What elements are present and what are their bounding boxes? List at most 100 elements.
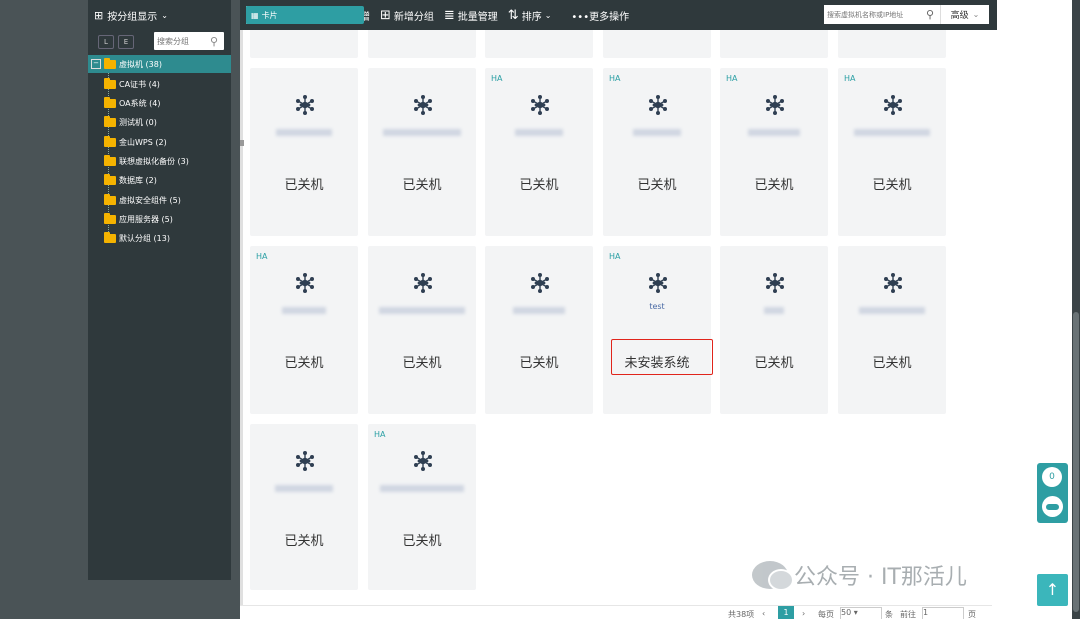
vm-card[interactable]: 已关机 <box>368 68 476 236</box>
vm-status: 已关机 <box>402 356 442 371</box>
vm-status: 已关机 <box>872 178 912 193</box>
plus-square-icon: ⊞ <box>379 7 391 23</box>
tree-item-label: 虚拟安全组件 (5) <box>119 195 181 205</box>
assistant-widget[interactable]: 0 <box>1037 463 1068 523</box>
group-sidebar: ⊞ 按分组显示 ⌄ L E ⚲ − 虚拟机 (38) CA证书 (4) OA系统… <box>88 0 231 580</box>
vm-search-input[interactable] <box>824 10 926 19</box>
advanced-label: 高级 <box>950 11 969 21</box>
scrollbar-thumb[interactable] <box>1073 312 1079 612</box>
next-page-button[interactable]: › <box>802 609 805 618</box>
vm-card-partial[interactable] <box>720 30 828 58</box>
vm-name-redacted <box>383 129 461 136</box>
vm-name-redacted <box>282 307 326 314</box>
goto-unit: 页 <box>968 610 976 619</box>
vm-card[interactable]: 已关机 <box>720 246 828 414</box>
tree-item-label: OA系统 (4) <box>119 98 161 108</box>
vm-card[interactable]: HA 已关机 <box>720 68 828 236</box>
goto-label: 前往 <box>900 610 916 619</box>
group-display-label: 按分组显示 <box>107 11 158 23</box>
vm-card[interactable]: 已关机 <box>250 424 358 590</box>
folder-icon <box>104 57 116 69</box>
tree-item-default[interactable]: 默认分组 (13) <box>104 230 170 246</box>
notification-badge: 0 <box>1042 467 1062 487</box>
tree-item-db[interactable]: 数据库 (2) <box>104 172 157 188</box>
network-node-icon <box>766 95 784 115</box>
group-display-toggle[interactable]: ⊞ 按分组显示 ⌄ <box>88 0 231 30</box>
vm-card[interactable]: HA test 未安装系统 <box>603 246 713 414</box>
vm-name-redacted <box>764 307 784 314</box>
more-actions-button[interactable]: •••更多操作 <box>571 8 629 23</box>
collapse-icon[interactable]: − <box>91 59 101 69</box>
vm-card[interactable]: HA 已关机 <box>485 68 593 236</box>
prev-page-button[interactable]: ‹ <box>762 609 765 618</box>
vm-card-partial[interactable] <box>485 30 593 58</box>
folder-icon <box>104 77 116 89</box>
tree-item-ca[interactable]: CA证书 (4) <box>104 76 160 92</box>
vm-card[interactable]: 已关机 <box>368 246 476 414</box>
ha-badge: HA <box>609 252 621 261</box>
vm-card[interactable]: HA 已关机 <box>250 246 358 414</box>
vm-name-redacted <box>515 129 563 136</box>
robot-icon <box>1042 496 1063 517</box>
chevron-down-icon: ⌄ <box>544 10 552 20</box>
card-view-label: 卡片 <box>261 10 278 20</box>
advanced-search-button[interactable]: 高级 ⌄ <box>940 5 989 24</box>
tree-item-backup[interactable]: 联想虚拟化备份 (3) <box>104 153 189 169</box>
per-page-select[interactable]: 50 ▾ <box>840 607 882 619</box>
vm-card-partial[interactable] <box>368 30 476 58</box>
vm-name-redacted <box>854 129 930 136</box>
sidebar-resize-handle[interactable] <box>240 140 244 146</box>
network-node-icon <box>649 273 667 293</box>
tree-item-label: 默认分组 (13) <box>119 233 170 243</box>
vm-card[interactable]: 已关机 <box>250 68 358 236</box>
tree-item-oa[interactable]: OA系统 (4) <box>104 95 161 111</box>
vm-name[interactable]: test <box>603 302 711 311</box>
page-scrollbar[interactable] <box>1072 0 1080 619</box>
tree-item-label: CA证书 (4) <box>119 79 160 89</box>
current-page[interactable]: 1 <box>778 606 794 619</box>
network-node-icon <box>414 451 432 471</box>
vm-card[interactable]: HA 已关机 <box>603 68 711 236</box>
vm-card[interactable]: HA 已关机 <box>368 424 476 590</box>
tree-item-test[interactable]: 测试机 (0) <box>104 114 157 130</box>
per-page-unit: 条 <box>885 610 893 619</box>
search-icon[interactable]: ⚲ <box>210 35 218 48</box>
sort-icon: ⇅ <box>507 7 519 23</box>
goto-input[interactable]: 1 <box>922 607 964 619</box>
vm-card[interactable]: 已关机 <box>485 246 593 414</box>
folder-icon <box>104 154 116 166</box>
tree-item-security[interactable]: 虚拟安全组件 (5) <box>104 192 181 208</box>
sort-button[interactable]: ⇅ 排序 ⌄ <box>508 8 552 23</box>
vm-card-partial[interactable] <box>250 30 358 58</box>
vm-card-partial[interactable] <box>838 30 946 58</box>
watermark-text: 公众号 · IT那活儿 <box>794 565 967 590</box>
per-page-value: 50 <box>841 608 852 617</box>
group-search-input[interactable] <box>154 36 210 46</box>
batch-manage-button[interactable]: ≣ 批量管理 <box>444 8 498 23</box>
vm-card[interactable]: HA 已关机 <box>838 68 946 236</box>
folder-icon <box>104 135 116 147</box>
search-icon[interactable]: ⚲ <box>926 8 934 21</box>
group-search: ⚲ <box>154 32 224 50</box>
back-to-top-button[interactable]: ↑ <box>1037 574 1068 606</box>
vm-name-redacted <box>276 129 332 136</box>
vm-card[interactable]: 已关机 <box>838 246 946 414</box>
collapse-all-button[interactable]: E <box>118 35 134 49</box>
vm-card-partial[interactable] <box>603 30 711 58</box>
folder-icon <box>104 173 116 185</box>
vm-status: 已关机 <box>284 534 324 549</box>
tree-root-vm[interactable]: − 虚拟机 (38) <box>88 55 231 73</box>
expand-all-button[interactable]: L <box>98 35 114 49</box>
folder-icon <box>104 96 116 108</box>
vm-status: 已关机 <box>402 178 442 193</box>
network-node-icon <box>296 95 314 115</box>
ha-badge: HA <box>609 74 621 83</box>
tree-item-wps[interactable]: 金山WPS (2) <box>104 134 167 150</box>
vm-name-redacted <box>513 307 565 314</box>
folder-icon <box>104 212 116 224</box>
tree-item-app[interactable]: 应用服务器 (5) <box>104 211 173 227</box>
add-group-button[interactable]: ⊞ 新增分组 <box>380 8 434 23</box>
vm-name-redacted <box>859 307 925 314</box>
vm-name-redacted <box>379 307 465 314</box>
card-view-button[interactable]: ▦ 卡片 <box>246 6 364 24</box>
